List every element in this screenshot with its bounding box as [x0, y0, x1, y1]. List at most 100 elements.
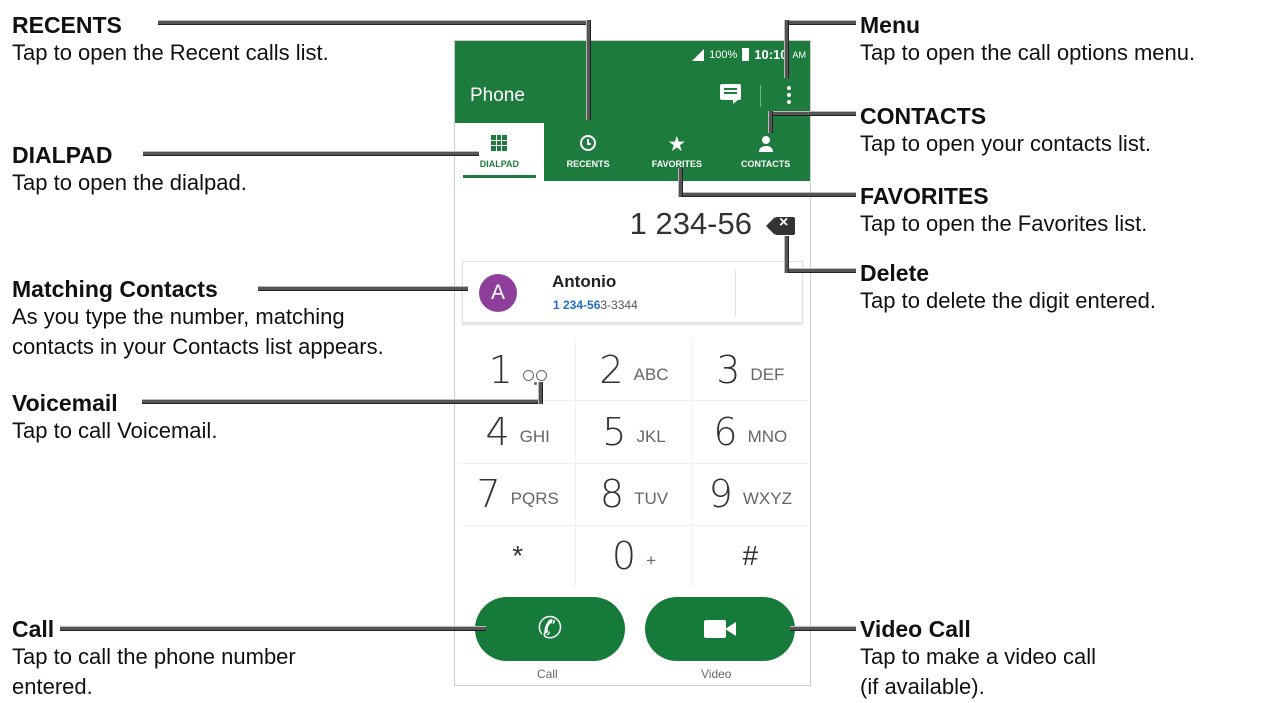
- key-hash[interactable]: #: [692, 525, 808, 587]
- key-1[interactable]: 1: [460, 339, 576, 401]
- key-letters: TUV: [634, 489, 669, 509]
- matching-contact[interactable]: A Antonio 1 234-563-3344: [462, 261, 803, 323]
- key-9[interactable]: 9 WXYZ: [692, 463, 808, 525]
- key-7[interactable]: 7 PQRS: [460, 463, 576, 525]
- person-icon: [758, 135, 774, 153]
- key-digit: 5: [602, 409, 627, 454]
- key-6[interactable]: 6 MNO: [692, 401, 808, 463]
- key-letters: PQRS: [510, 489, 559, 509]
- callout-desc: contacts in your Contacts list appears.: [12, 334, 384, 359]
- callout-desc: Tap to call Voicemail.: [12, 418, 218, 443]
- key-digit: 7: [476, 472, 501, 517]
- key-letters: +: [646, 551, 657, 571]
- dialed-number-row: 1 234-56 ×: [455, 201, 810, 251]
- app-bar: 100% 10:10 AM Phone DIALPAD RECENTS ★ FA…: [455, 41, 810, 181]
- key-digit: *: [512, 540, 524, 572]
- contact-number: 1 234-563-3344: [553, 298, 638, 312]
- callout-favorites: FAVORITES Tap to open the Favorites list…: [860, 183, 1147, 239]
- video-call-button[interactable]: [645, 597, 795, 661]
- overflow-menu-icon[interactable]: [785, 86, 793, 104]
- recents-icon: [580, 135, 597, 151]
- dialpad: 1 2 ABC 3 DEF 4 GHI 5 JKL 6 MNO 7 PQRS 8 TUV 9W…: [460, 339, 808, 587]
- callout-contacts: CONTACTS Tap to open your contacts list.: [860, 103, 1151, 159]
- avatar: A: [479, 274, 517, 312]
- key-digit: 4: [485, 409, 510, 454]
- tab-label: CONTACTS: [740, 159, 791, 169]
- dialpad-icon: [491, 135, 508, 151]
- callout-title: Menu: [860, 12, 921, 38]
- signal-icon: [692, 48, 705, 61]
- key-digit: #: [742, 540, 759, 572]
- voicemail-icon: [522, 369, 547, 381]
- callout-title: FAVORITES: [860, 183, 989, 209]
- app-title: Phone: [470, 85, 525, 106]
- battery-icon: [742, 48, 750, 61]
- key-letters: DEF: [750, 364, 785, 384]
- key-digit: 2: [599, 347, 624, 392]
- callout-desc: Tap to open the Favorites list.: [860, 211, 1148, 236]
- status-bar: 100% 10:10 AM: [692, 47, 806, 62]
- tab-bar: DIALPAD RECENTS ★ FAVORITES CONTACTS: [455, 123, 810, 181]
- key-letters: JKL: [636, 426, 666, 446]
- tab-label: FAVORITES: [651, 159, 703, 169]
- callout-desc: Tap to open the Recent calls list.: [12, 40, 329, 65]
- callout-title: Video Call: [860, 616, 971, 642]
- tab-favorites[interactable]: ★ FAVORITES: [633, 123, 722, 181]
- key-digit: 3: [716, 347, 741, 392]
- callout-desc: Tap to make a video call: [860, 644, 1097, 669]
- video-camera-icon: [704, 620, 736, 638]
- key-4[interactable]: 4 GHI: [460, 401, 576, 463]
- contact-name: Antonio: [552, 272, 617, 291]
- callout-matching-contacts: Matching Contacts As you type the number…: [12, 276, 384, 362]
- key-letters: GHI: [519, 426, 550, 446]
- callout-desc: (if available).: [860, 674, 985, 699]
- callout-title: Call: [12, 616, 55, 642]
- key-digit: 1: [488, 347, 513, 392]
- status-ampm: AM: [792, 49, 807, 60]
- callout-desc: Tap to open your contacts list.: [860, 131, 1152, 156]
- callout-title: RECENTS: [12, 12, 122, 38]
- leader-line: [784, 20, 856, 25]
- battery-percent: 100%: [709, 48, 738, 61]
- callout-video-call: Video Call Tap to make a video call (if …: [860, 616, 1096, 702]
- callout-title: CONTACTS: [860, 103, 987, 129]
- key-letters: MNO: [747, 426, 788, 446]
- key-2[interactable]: 2 ABC: [576, 339, 692, 401]
- tab-contacts[interactable]: CONTACTS: [721, 123, 810, 181]
- callout-title: Voicemail: [12, 390, 118, 416]
- tab-dialpad[interactable]: DIALPAD: [455, 123, 544, 181]
- star-icon: ★: [668, 134, 685, 154]
- call-label: Call: [537, 667, 558, 681]
- callout-desc: Tap to call the phone number: [12, 644, 296, 669]
- call-button[interactable]: ✆: [475, 597, 625, 661]
- dialed-number[interactable]: 1 234-56: [630, 206, 752, 242]
- callout-dialpad: DIALPAD Tap to open the dialpad.: [12, 142, 247, 198]
- tab-label: RECENTS: [566, 159, 610, 169]
- phone-screen: 100% 10:10 AM Phone DIALPAD RECENTS ★ FA…: [454, 40, 811, 686]
- callout-recents: RECENTS Tap to open the Recent calls lis…: [12, 12, 329, 68]
- callout-desc: Tap to open the dialpad.: [12, 170, 247, 195]
- backspace-icon[interactable]: ×: [766, 214, 795, 235]
- key-3[interactable]: 3 DEF: [692, 339, 808, 401]
- callout-call: Call Tap to call the phone number entere…: [12, 616, 296, 702]
- key-5[interactable]: 5 JKL: [576, 401, 692, 463]
- toolbar-divider: [760, 85, 761, 107]
- key-letters: WXYZ: [742, 489, 792, 509]
- callout-delete: Delete Tap to delete the digit entered.: [860, 260, 1156, 316]
- key-letters: ABC: [633, 364, 669, 384]
- key-digit: 6: [713, 409, 738, 454]
- callout-desc: Tap to delete the digit entered.: [860, 288, 1156, 313]
- key-star[interactable]: *: [460, 525, 576, 587]
- callout-menu: Menu Tap to open the call options menu.: [860, 12, 1195, 68]
- video-label: Video: [701, 667, 732, 681]
- phone-icon: ✆: [537, 612, 563, 645]
- callout-title: Delete: [860, 260, 930, 286]
- message-icon[interactable]: [720, 84, 744, 104]
- tab-label: DIALPAD: [479, 159, 520, 169]
- tab-recents[interactable]: RECENTS: [544, 123, 633, 181]
- key-0[interactable]: 0 +: [576, 525, 692, 587]
- key-digit: 0: [611, 534, 637, 579]
- key-8[interactable]: 8 TUV: [576, 463, 692, 525]
- key-digit: 9: [708, 472, 733, 517]
- contact-number-rest: 3-3344: [600, 298, 638, 312]
